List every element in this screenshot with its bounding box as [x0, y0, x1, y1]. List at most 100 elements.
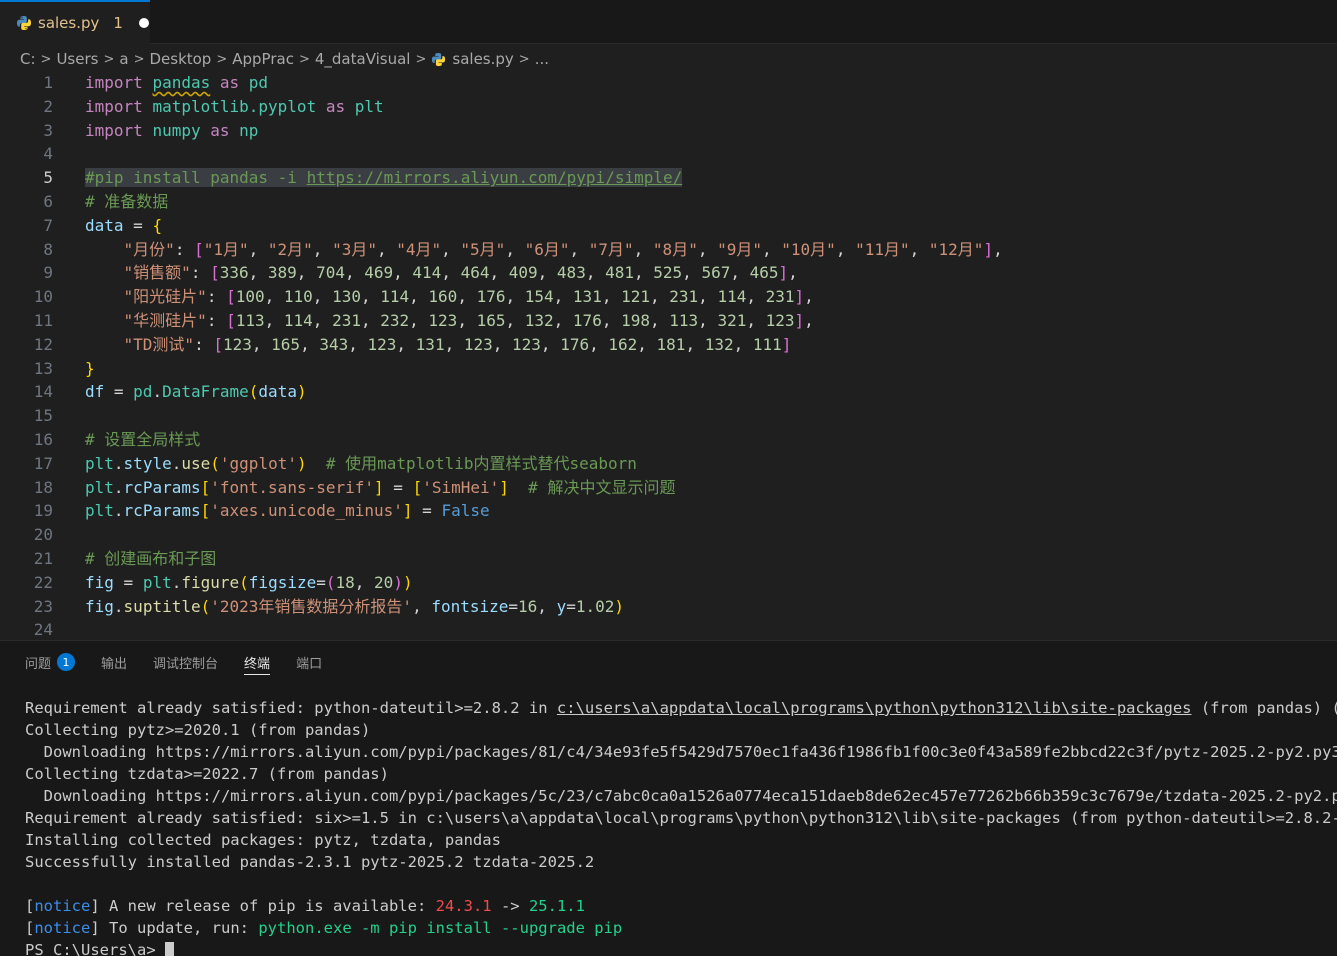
- code-line[interactable]: 12 "TD测试": [123, 165, 343, 123, 131, 123…: [0, 333, 1337, 357]
- line-number: 6: [43, 191, 53, 211]
- breadcrumb-item[interactable]: AppPrac: [232, 50, 294, 68]
- code-token: ,: [730, 263, 750, 283]
- code-token: 154: [524, 287, 554, 307]
- code-token: 'axes.unicode_minus': [210, 501, 403, 521]
- code-line[interactable]: 3 import numpy as np: [0, 119, 1337, 143]
- terminal-line: Installing collected packages: pytz, tzd…: [25, 829, 1337, 851]
- code-token: "12月": [928, 239, 984, 259]
- code-token: suptitle: [123, 596, 201, 616]
- code-line[interactable]: 18 plt.rcParams['font.sans-serif'] = ['Si…: [0, 476, 1337, 500]
- tab-sales-py[interactable]: sales.py 1: [0, 0, 150, 44]
- code-line[interactable]: 22 fig = plt.figure(figsize=(18, 20)): [0, 571, 1337, 595]
- code-token: ,: [354, 572, 375, 592]
- code-line[interactable]: 7 data = {: [0, 214, 1337, 238]
- tab-problems[interactable]: 问题 1: [25, 641, 76, 683]
- code-text: import numpy as np: [85, 119, 258, 143]
- code-line[interactable]: 4: [0, 142, 1337, 166]
- code-token: 123: [222, 334, 252, 354]
- code-token: 232: [380, 310, 410, 330]
- code-text: plt.style.use('ggplot') # 使用matplotlib内置…: [85, 452, 637, 476]
- code-line[interactable]: 23 fig.suptitle('2023年销售数据分析报告', fontsize…: [0, 595, 1337, 619]
- editor-tab-bar: sales.py 1: [0, 0, 1337, 44]
- code-token: .: [113, 453, 124, 473]
- code-token: .: [113, 596, 124, 616]
- code-token: ,: [698, 310, 718, 330]
- code-token: 704: [316, 263, 345, 283]
- code-text: # 准备数据: [85, 190, 168, 214]
- code-token: ,: [585, 263, 606, 283]
- line-number: 17: [33, 453, 53, 473]
- code-token: ,: [489, 263, 509, 283]
- code-token: ]: [499, 477, 509, 497]
- code-line[interactable]: 2 import matplotlib.pyplot as plt: [0, 95, 1337, 119]
- code-line[interactable]: 13}: [0, 357, 1337, 381]
- tab-ports[interactable]: 端口: [296, 641, 322, 683]
- code-line[interactable]: 17 plt.style.use('ggplot') # 使用matplotlib…: [0, 452, 1337, 476]
- code-token: ,: [264, 287, 284, 307]
- code-token: style: [123, 453, 172, 473]
- code-token: ,: [698, 287, 718, 307]
- code-token: =: [113, 572, 143, 592]
- code-token: ,: [492, 334, 513, 354]
- tab-debug-console[interactable]: 调试控制台: [153, 641, 218, 683]
- code-token: 114: [283, 310, 313, 330]
- code-token: as: [210, 73, 249, 92]
- code-token: ,: [457, 310, 477, 330]
- breadcrumb-item[interactable]: C:: [20, 50, 36, 68]
- code-token: ,: [697, 239, 718, 259]
- code-token: =: [316, 572, 326, 592]
- code-line[interactable]: 8 "月份": ["1月", "2月", "3月", "4月", "5月", "…: [0, 238, 1337, 262]
- terminal-text: notice: [34, 897, 91, 915]
- code-token: plt: [85, 477, 114, 497]
- code-line[interactable]: 19 plt.rcParams['axes.unicode_minus'] = F…: [0, 499, 1337, 523]
- code-line[interactable]: 14 df = pd.DataFrame(data): [0, 380, 1337, 404]
- unsaved-dot-icon[interactable]: [138, 18, 149, 28]
- code-line[interactable]: 11 "华测硅片": [113, 114, 231, 232, 123, 165…: [0, 309, 1337, 333]
- code-token: "月份": [123, 239, 175, 259]
- code-token: # 准备数据: [85, 191, 169, 211]
- code-token: ,: [312, 310, 333, 330]
- code-line[interactable]: 15: [0, 404, 1337, 428]
- code-token: ,: [441, 263, 461, 283]
- tab-terminal[interactable]: 终端: [244, 641, 271, 683]
- code-line[interactable]: 20: [0, 523, 1337, 547]
- terminal-text: Downloading https://mirrors.aliyun.com/p…: [25, 787, 1337, 805]
- code-token: ,: [505, 239, 525, 259]
- code-line[interactable]: 16 # 设置全局样式: [0, 428, 1337, 452]
- breadcrumb-item[interactable]: Users: [56, 50, 98, 68]
- line-number: 23: [33, 596, 53, 616]
- code-token: 131: [415, 334, 445, 354]
- code-token: ): [296, 453, 307, 473]
- code-token: 110: [283, 287, 313, 307]
- code-line[interactable]: 9 "销售额": [336, 389, 704, 469, 414, 464, …: [0, 261, 1337, 285]
- code-text: "华测硅片": [113, 114, 231, 232, 123, 165, 1…: [85, 309, 814, 333]
- breadcrumb-item[interactable]: a: [119, 50, 128, 68]
- line-number: 3: [43, 120, 53, 140]
- breadcrumb-item[interactable]: 4_dataVisual: [315, 50, 411, 68]
- tab-label: 输出: [101, 656, 128, 672]
- bottom-panel: 问题 1 输出 调试控制台 终端 端口 Requirement already …: [0, 640, 1337, 956]
- code-token: 123: [512, 334, 541, 354]
- tab-output[interactable]: 输出: [101, 641, 127, 683]
- tab-title: sales.py: [38, 14, 100, 32]
- code-line[interactable]: 24: [0, 618, 1337, 639]
- code-token: :: [206, 310, 227, 330]
- code-token: 113: [669, 310, 699, 330]
- code-token: ]: [778, 263, 789, 283]
- code-line[interactable]: 1 import pandas as pd: [0, 71, 1337, 95]
- code-line[interactable]: 10 "阳光硅片": [100, 110, 130, 114, 160, 176…: [0, 285, 1337, 309]
- code-editor[interactable]: 1 import pandas as pd 2 import matplotlib.p…: [0, 71, 1337, 639]
- code-line[interactable]: 6 # 准备数据: [0, 190, 1337, 214]
- code-line[interactable]: 21 # 创建画布和子图: [0, 547, 1337, 571]
- code-token: as: [316, 96, 355, 116]
- code-token: .: [113, 501, 124, 521]
- breadcrumb: C: > Users > a > Desktop > AppPrac > 4_d…: [0, 44, 1337, 74]
- breadcrumb-more[interactable]: ...: [535, 50, 549, 68]
- terminal-output[interactable]: Requirement already satisfied: python-da…: [25, 697, 1337, 956]
- breadcrumb-file[interactable]: sales.py: [431, 50, 514, 68]
- code-line[interactable]: 5 #pip install pandas -i https://mirrors.…: [0, 166, 1337, 190]
- breadcrumb-item[interactable]: Desktop: [149, 50, 211, 68]
- code-token: ,: [733, 334, 753, 354]
- code-token: =: [104, 382, 134, 402]
